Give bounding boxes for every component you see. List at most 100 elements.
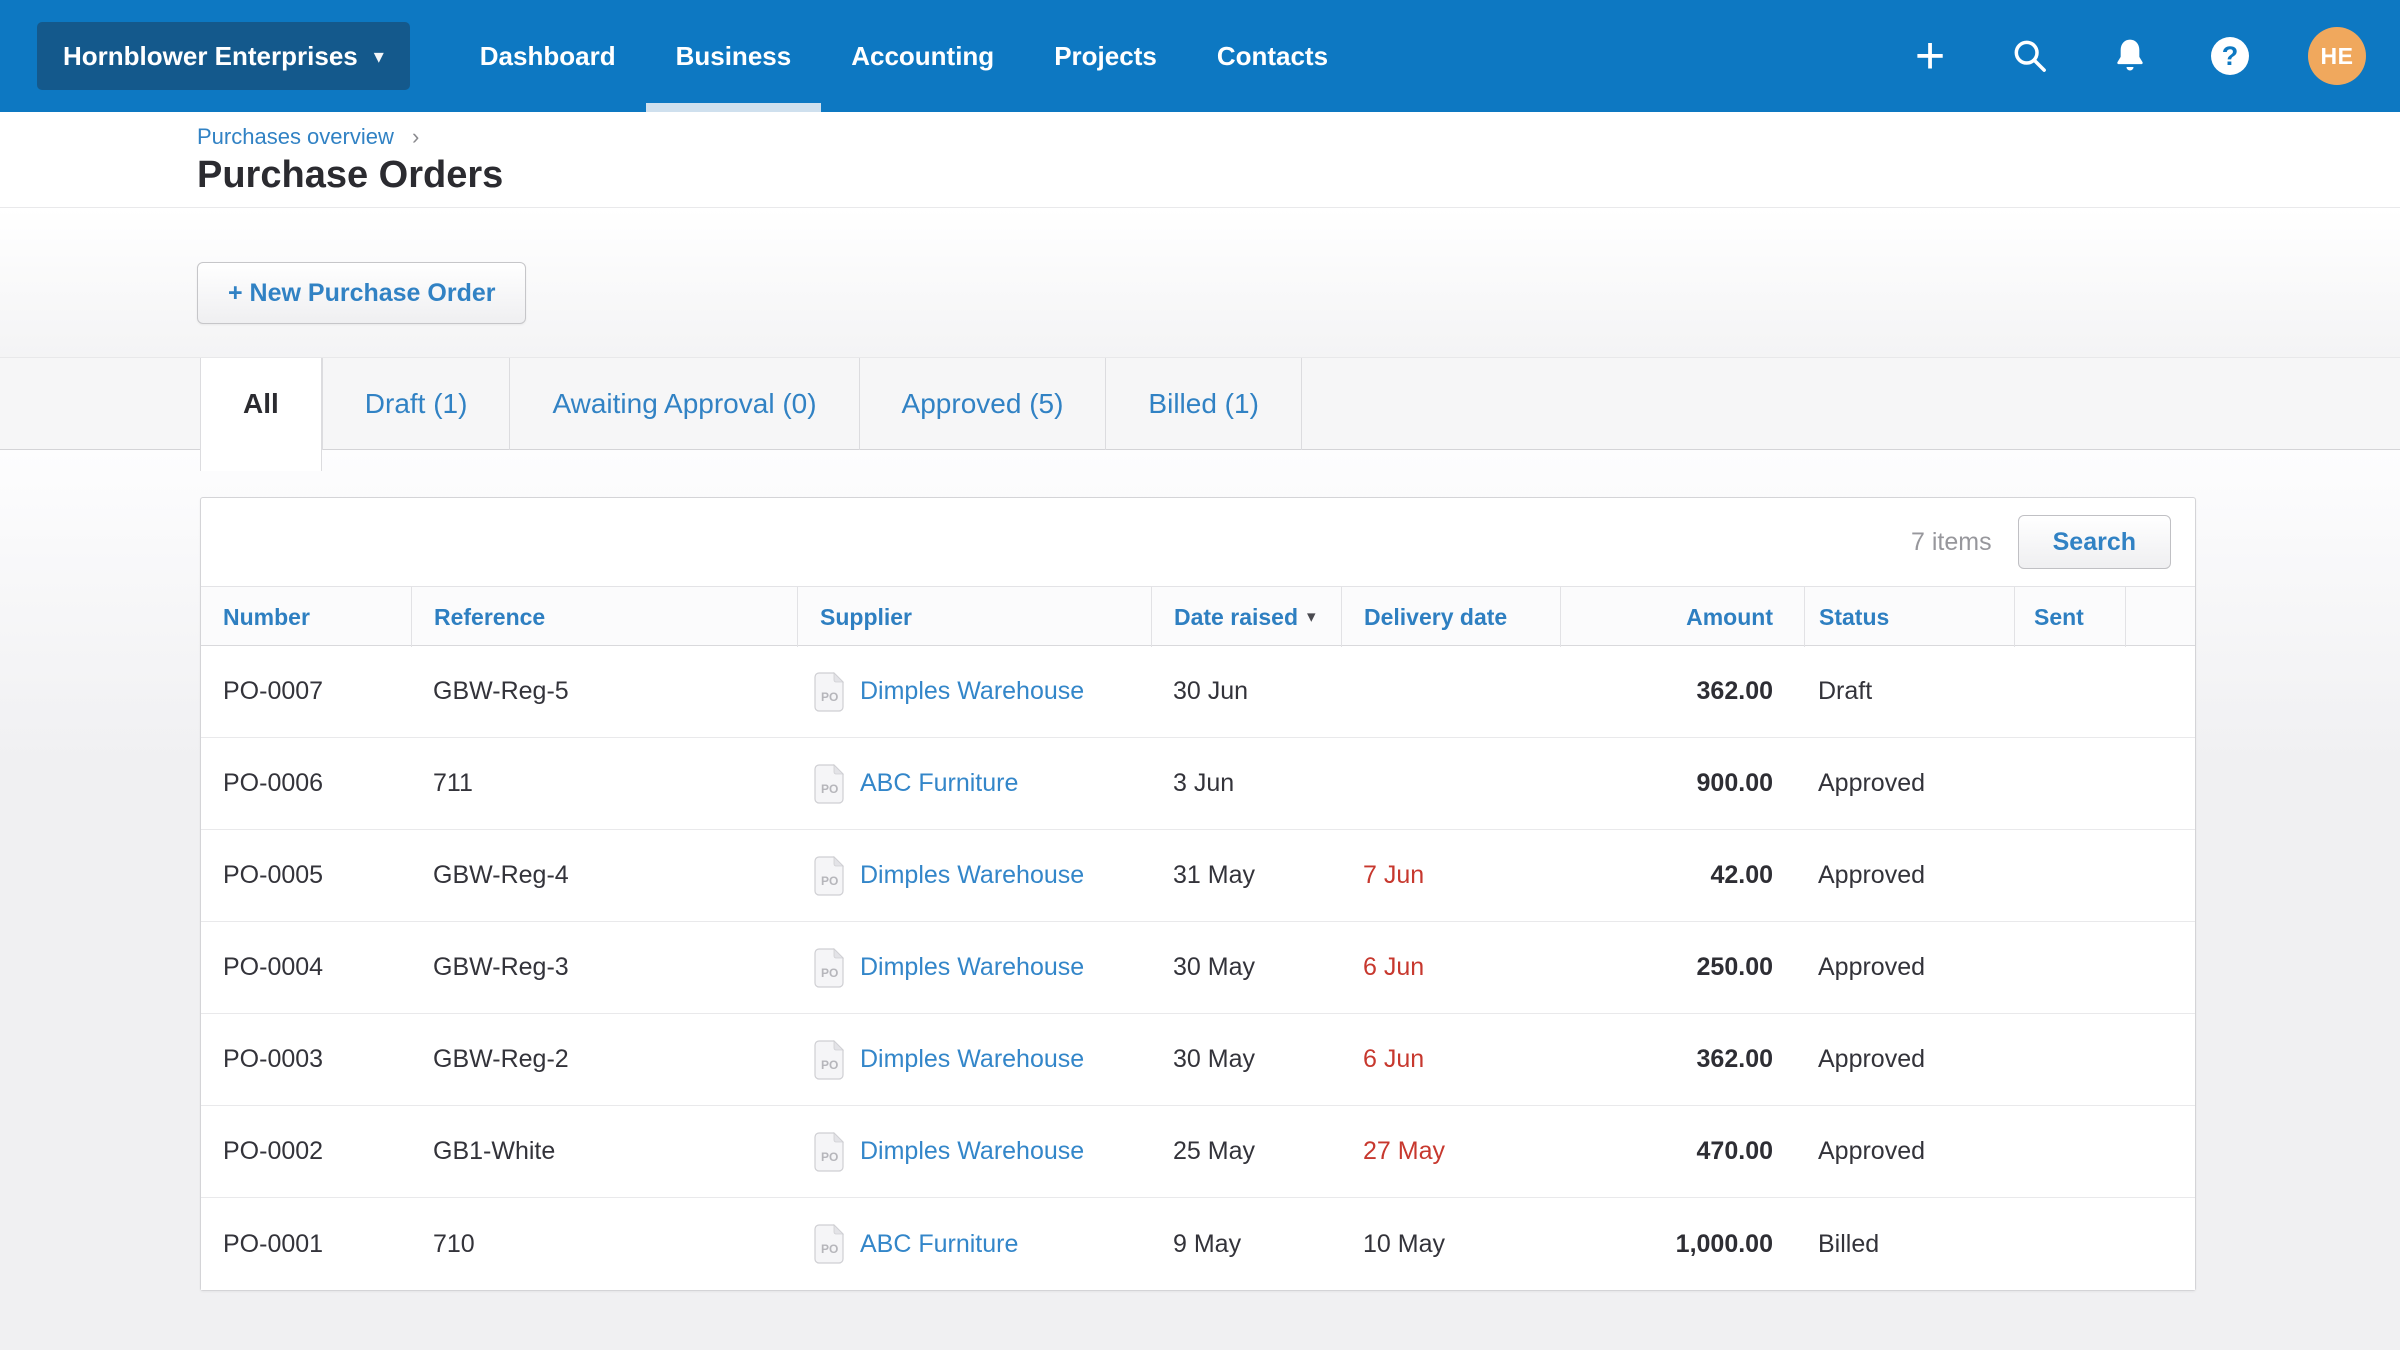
supplier-cell: PO ABC Furniture — [797, 764, 1151, 804]
create-new-button[interactable]: + — [1908, 26, 1952, 86]
nav-item-contacts[interactable]: Contacts — [1187, 0, 1358, 112]
purchase-orders-card: 7 items Search Number Reference Supplier… — [200, 497, 2196, 1291]
table-row[interactable]: PO-0003 GBW-Reg-2 PO Dimples Warehouse 3… — [201, 1014, 2195, 1106]
search-button[interactable] — [2008, 26, 2052, 86]
svg-text:PO: PO — [821, 1242, 838, 1256]
tab-awaiting-approval-0[interactable]: Awaiting Approval (0) — [509, 358, 858, 450]
page-header: Purchases overview › Purchase Orders — [0, 112, 2400, 208]
amount-cell: 362.00 — [1560, 677, 1804, 706]
user-avatar[interactable]: HE — [2308, 27, 2366, 85]
nav-item-projects[interactable]: Projects — [1024, 0, 1187, 112]
status-cell: Approved — [1804, 861, 2014, 890]
status-cell: Approved — [1804, 953, 2014, 982]
table-row[interactable]: PO-0002 GB1-White PO Dimples Warehouse 2… — [201, 1106, 2195, 1198]
date-raised-cell: 30 Jun — [1151, 677, 1341, 706]
column-header-sent[interactable]: Sent — [2014, 587, 2125, 647]
reference-cell: GBW-Reg-4 — [411, 861, 797, 890]
new-purchase-order-button[interactable]: + New Purchase Order — [197, 262, 526, 324]
po-number-cell: PO-0003 — [201, 1045, 411, 1074]
supplier-link[interactable]: Dimples Warehouse — [860, 677, 1084, 706]
supplier-cell: PO Dimples Warehouse — [797, 672, 1151, 712]
delivery-date-cell: 7 Jun — [1341, 861, 1560, 890]
po-document-icon: PO — [813, 948, 845, 988]
supplier-cell: PO Dimples Warehouse — [797, 856, 1151, 896]
plus-icon: + — [1915, 30, 1945, 82]
po-document-icon: PO — [813, 764, 845, 804]
column-header-status[interactable]: Status — [1804, 587, 2014, 647]
nav-item-accounting[interactable]: Accounting — [821, 0, 1024, 112]
breadcrumb-separator-icon: › — [412, 124, 419, 149]
reference-cell: 711 — [411, 769, 797, 798]
supplier-link[interactable]: Dimples Warehouse — [860, 953, 1084, 982]
supplier-link[interactable]: ABC Furniture — [860, 769, 1018, 798]
notifications-button[interactable] — [2108, 26, 2152, 86]
column-header-amount[interactable]: Amount — [1560, 587, 1804, 647]
po-document-icon: PO — [813, 1040, 845, 1080]
supplier-cell: PO Dimples Warehouse — [797, 948, 1151, 988]
breadcrumb: Purchases overview › — [197, 124, 2400, 150]
supplier-link[interactable]: Dimples Warehouse — [860, 1137, 1084, 1166]
supplier-cell: PO Dimples Warehouse — [797, 1132, 1151, 1172]
date-raised-cell: 30 May — [1151, 953, 1341, 982]
table-row[interactable]: PO-0001 710 PO ABC Furniture 9 May 10 Ma… — [201, 1198, 2195, 1290]
column-header-reference[interactable]: Reference — [411, 587, 797, 647]
table-row[interactable]: PO-0005 GBW-Reg-4 PO Dimples Warehouse 3… — [201, 830, 2195, 922]
po-number-cell: PO-0007 — [201, 677, 411, 706]
status-cell: Draft — [1804, 677, 2014, 706]
po-number-cell: PO-0005 — [201, 861, 411, 890]
column-header-date-raised[interactable]: Date raised ▾ — [1151, 587, 1341, 647]
column-header-supplier[interactable]: Supplier — [797, 587, 1151, 647]
po-document-icon: PO — [813, 672, 845, 712]
amount-cell: 900.00 — [1560, 769, 1804, 798]
delivery-date-cell: 6 Jun — [1341, 1045, 1560, 1074]
organisation-name: Hornblower Enterprises — [63, 41, 358, 72]
delivery-date-cell: 27 May — [1341, 1137, 1560, 1166]
po-document-icon: PO — [813, 1224, 845, 1264]
column-header-delivery-date[interactable]: Delivery date — [1341, 587, 1560, 647]
supplier-link[interactable]: ABC Furniture — [860, 1230, 1018, 1259]
date-raised-cell: 25 May — [1151, 1137, 1341, 1166]
svg-text:PO: PO — [821, 1150, 838, 1164]
organisation-menu-button[interactable]: Hornblower Enterprises ▾ — [37, 22, 410, 90]
table-row[interactable]: PO-0004 GBW-Reg-3 PO Dimples Warehouse 3… — [201, 922, 2195, 1014]
tab-approved-5[interactable]: Approved (5) — [859, 358, 1106, 450]
tab-billed-1[interactable]: Billed (1) — [1105, 358, 1301, 450]
status-cell: Billed — [1804, 1230, 2014, 1259]
reference-cell: 710 — [411, 1230, 797, 1259]
help-button[interactable]: ? — [2208, 26, 2252, 86]
sort-descending-icon: ▾ — [1307, 607, 1316, 627]
po-number-cell: PO-0001 — [201, 1230, 411, 1259]
svg-text:PO: PO — [821, 782, 838, 796]
page-title: Purchase Orders — [197, 154, 2400, 197]
tab-all[interactable]: All — [200, 358, 322, 471]
status-cell: Approved — [1804, 769, 2014, 798]
reference-cell: GBW-Reg-2 — [411, 1045, 797, 1074]
nav-item-business[interactable]: Business — [646, 0, 822, 112]
tab-draft-1[interactable]: Draft (1) — [322, 358, 510, 450]
amount-cell: 362.00 — [1560, 1045, 1804, 1074]
nav-item-dashboard[interactable]: Dashboard — [450, 0, 646, 112]
breadcrumb-link-purchases-overview[interactable]: Purchases overview — [197, 124, 394, 149]
po-document-icon: PO — [813, 1132, 845, 1172]
delivery-date-cell: 6 Jun — [1341, 953, 1560, 982]
table-row[interactable]: PO-0006 711 PO ABC Furniture 3 Jun 900.0… — [201, 738, 2195, 830]
chevron-down-icon: ▾ — [374, 44, 384, 69]
search-icon — [2010, 36, 2050, 76]
supplier-link[interactable]: Dimples Warehouse — [860, 1045, 1084, 1074]
table-header-row: Number Reference Supplier Date raised ▾ … — [201, 586, 2195, 646]
svg-text:PO: PO — [821, 1058, 838, 1072]
supplier-cell: PO ABC Furniture — [797, 1224, 1151, 1264]
table-row[interactable]: PO-0007 GBW-Reg-5 PO Dimples Warehouse 3… — [201, 646, 2195, 738]
amount-cell: 470.00 — [1560, 1137, 1804, 1166]
content-area: 7 items Search Number Reference Supplier… — [0, 450, 2400, 1350]
top-navigation-bar: Hornblower Enterprises ▾ DashboardBusine… — [0, 0, 2400, 112]
column-header-number[interactable]: Number — [201, 587, 411, 647]
date-raised-cell: 3 Jun — [1151, 769, 1341, 798]
search-table-button[interactable]: Search — [2018, 515, 2171, 569]
reference-cell: GB1-White — [411, 1137, 797, 1166]
svg-text:PO: PO — [821, 690, 838, 704]
status-cell: Approved — [1804, 1137, 2014, 1166]
items-count: 7 items — [1911, 528, 1992, 557]
supplier-link[interactable]: Dimples Warehouse — [860, 861, 1084, 890]
delivery-date-cell: 10 May — [1341, 1230, 1560, 1259]
